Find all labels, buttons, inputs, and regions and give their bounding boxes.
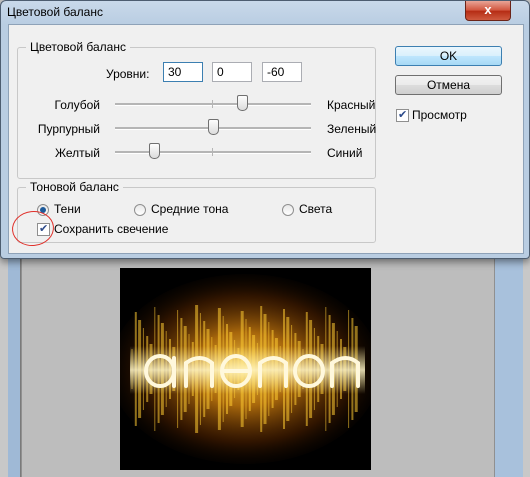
highlights-radio[interactable] [282, 204, 294, 216]
preview-label[interactable]: Просмотр [412, 108, 467, 122]
level-cyan-red-input[interactable] [163, 62, 203, 82]
ok-button[interactable]: OK [395, 46, 502, 66]
highlights-label[interactable]: Света [299, 202, 332, 216]
slider-right-label: Красный [327, 98, 376, 112]
tone-balance-group-title: Тоновой баланс [26, 180, 123, 194]
slider-left-label: Пурпурный [37, 122, 100, 136]
slider-thumb[interactable] [236, 95, 248, 111]
level-magenta-green-input[interactable] [212, 62, 252, 82]
slider-center-tick [212, 100, 213, 108]
dialog-body: Цветовой баланс Уровни: Голубой Красный … [8, 24, 524, 254]
level-yellow-blue-input[interactable] [262, 62, 302, 82]
slider-right-label: Зеленый [327, 122, 377, 136]
title-bar[interactable]: Цветовой баланс x [1, 1, 529, 25]
slider-thumb[interactable] [207, 119, 219, 135]
close-button[interactable]: x [465, 1, 511, 21]
midtones-label[interactable]: Средние тона [151, 202, 228, 216]
close-icon: x [484, 2, 492, 17]
color-balance-dialog: Цветовой баланс x Цветовой баланс Уровни… [0, 0, 530, 259]
shadows-label[interactable]: Тени [54, 202, 81, 216]
preserve-luminosity-label[interactable]: Сохранить свечение [54, 222, 168, 236]
tone-balance-group: Тоновой баланс Тени Средние тона Света С… [17, 180, 376, 243]
slider-thumb[interactable] [148, 143, 160, 159]
slider-left-label: Желтый [54, 146, 100, 160]
dialog-title: Цветовой баланс [7, 5, 103, 19]
slider-right-label: Синий [327, 146, 363, 160]
slider-left-label: Голубой [54, 98, 101, 112]
preview-checkbox[interactable] [396, 108, 409, 122]
right-panel-strip [494, 250, 523, 477]
cancel-button[interactable]: Отмена [395, 75, 502, 95]
glowing-text-image [120, 268, 371, 470]
color-balance-group-title: Цветовой баланс [26, 40, 130, 54]
slider-track[interactable] [115, 119, 311, 135]
slider-center-tick [212, 148, 213, 156]
midtones-radio[interactable] [134, 204, 146, 216]
left-panel-strip [8, 250, 21, 477]
color-balance-group: Цветовой баланс Уровни: Голубой Красный … [17, 40, 377, 179]
levels-label: Уровни: [106, 67, 150, 81]
slider-track[interactable] [115, 95, 311, 111]
slider-track[interactable] [115, 143, 311, 159]
